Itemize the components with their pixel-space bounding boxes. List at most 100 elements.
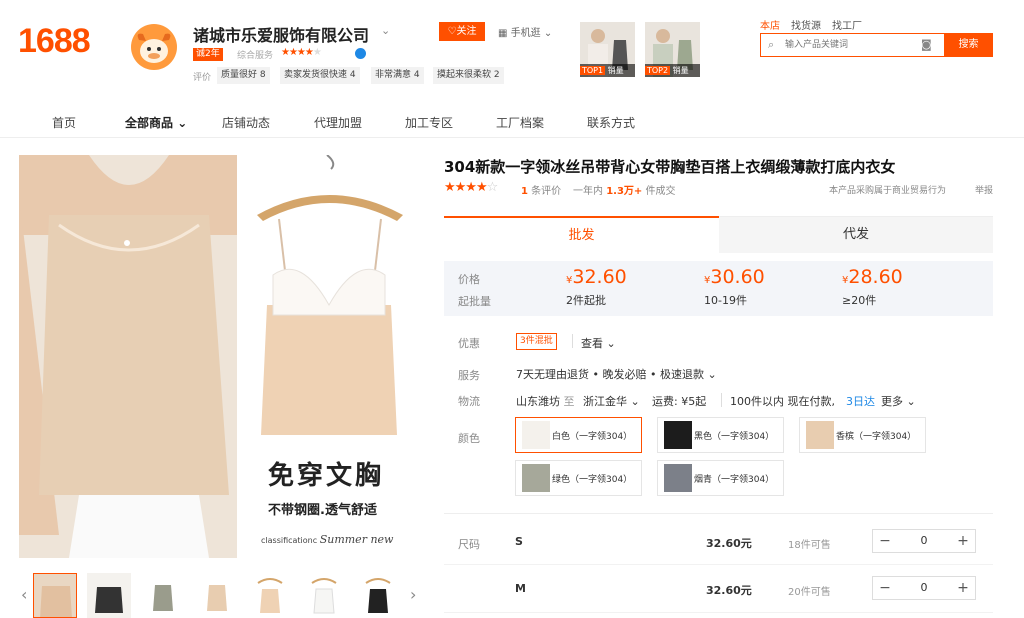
size-stock: 18件可售 xyxy=(788,540,831,551)
row-divider xyxy=(444,564,993,565)
review-tag[interactable]: 摸起来很柔软 2 xyxy=(433,67,504,84)
top-product-card[interactable]: TOP2 销量 xyxy=(645,22,700,77)
camera-icon[interactable]: ◙ xyxy=(921,38,932,51)
promo-label: 优惠 xyxy=(458,337,480,350)
chevron-down-icon[interactable]: ⌄ xyxy=(381,24,390,37)
color-option-champagne[interactable]: 香槟（一字领304） xyxy=(799,417,926,453)
nav-shop-news[interactable]: 店铺动态 xyxy=(222,114,270,131)
color-option-smoke[interactable]: 烟青（一字领304） xyxy=(657,460,784,496)
chevron-down-icon: ⌄ xyxy=(707,368,717,381)
tier-qty: 2件起批 xyxy=(566,294,606,307)
promo-caption: classificationc Summer new xyxy=(261,533,394,546)
qr-icon: ▦ xyxy=(498,28,508,39)
gallery-prev-arrow[interactable]: ‹ xyxy=(21,585,27,604)
annual-sales: 一年内 1.3万+ 件成交 xyxy=(573,186,676,197)
product-detail-image[interactable] xyxy=(237,155,421,558)
size-name: S xyxy=(515,535,523,548)
divider xyxy=(572,334,573,348)
search-input[interactable] xyxy=(785,37,915,53)
nav-divider xyxy=(0,137,1024,138)
size-label: 尺码 xyxy=(458,538,480,551)
shop-avatar[interactable] xyxy=(131,24,177,70)
quantity-stepper[interactable]: − 0 + xyxy=(872,576,976,600)
tier-price: ¥32.60 xyxy=(566,266,627,288)
tier-qty: ≥20件 xyxy=(842,294,877,307)
nav-contact[interactable]: 联系方式 xyxy=(587,114,635,131)
nav-home[interactable]: 首页 xyxy=(52,114,76,131)
gallery-thumbnail[interactable] xyxy=(87,573,131,618)
rating-stars: ★★★★☆ xyxy=(444,180,498,195)
increment-button[interactable]: + xyxy=(951,577,975,599)
service-text[interactable]: 7天无理由退货 • 晚发必赔 • 极速退款 ⌄ xyxy=(516,366,717,382)
promo-subline: 不带钢圈.透气舒适 xyxy=(268,503,377,518)
search-icon: ⌕ xyxy=(768,38,775,51)
nav-agency[interactable]: 代理加盟 xyxy=(314,114,362,131)
promo-headline: 免穿文胸 xyxy=(268,461,385,491)
color-option-green[interactable]: 绿色（一字领304） xyxy=(515,460,642,496)
top-product-card[interactable]: TOP1 销量 xyxy=(580,22,635,77)
size-price: 32.60元 xyxy=(706,537,752,550)
nav-all-products[interactable]: 全部商品 ⌄ xyxy=(125,114,187,131)
more-logistics-link[interactable]: 更多 ⌄ xyxy=(881,393,916,409)
shop-name[interactable]: 诸城市乐爱服饰有限公司 xyxy=(193,22,369,46)
report-link[interactable]: 举报 xyxy=(975,183,993,196)
gallery-next-arrow[interactable]: › xyxy=(410,585,416,604)
nav-factory[interactable]: 工厂档案 xyxy=(496,114,544,131)
mobile-link[interactable]: ▦ 手机逛 ⌄ xyxy=(498,24,552,39)
quantity-stepper[interactable]: − 0 + xyxy=(872,529,976,553)
service-stars: ★★★★★ xyxy=(281,47,322,58)
ship-from: 山东潍坊 至 xyxy=(516,395,575,408)
delivery-condition: 100件以内 现在付款, xyxy=(730,395,835,408)
search-tab-store[interactable]: 本店 xyxy=(760,17,780,32)
gallery-thumbnail[interactable] xyxy=(141,573,185,618)
size-stock: 20件可售 xyxy=(788,587,831,598)
gallery-thumbnail[interactable] xyxy=(356,573,400,618)
gallery-thumbnail[interactable] xyxy=(248,573,292,618)
tier-qty: 10-19件 xyxy=(704,294,747,307)
tier-price: ¥28.60 xyxy=(842,266,903,288)
chevron-down-icon: ⌄ xyxy=(606,337,616,350)
size-price: 32.60元 xyxy=(706,584,752,597)
nav-processing[interactable]: 加工专区 xyxy=(405,114,453,131)
increment-button[interactable]: + xyxy=(951,530,975,552)
quantity-value[interactable]: 0 xyxy=(897,530,951,552)
site-logo[interactable]: 1688 xyxy=(18,22,91,61)
color-option-white[interactable]: 白色（一字领304） xyxy=(515,417,642,453)
service-label: 综合服务 xyxy=(237,51,274,61)
tags-label: 评价 xyxy=(193,73,212,83)
search-tab-factory[interactable]: 找工厂 xyxy=(832,17,862,32)
years-badge: 诚2年 xyxy=(193,48,223,61)
shipping-fee: 运费: ¥5起 xyxy=(652,395,707,408)
quantity-value[interactable]: 0 xyxy=(897,577,951,599)
gallery-thumbnail[interactable] xyxy=(302,573,346,618)
review-tag[interactable]: 质量很好 8 xyxy=(217,67,270,84)
decrement-button[interactable]: − xyxy=(873,577,897,599)
tab-wholesale[interactable]: 批发 xyxy=(444,216,719,253)
row-divider xyxy=(444,612,993,613)
delivery-days: 3日达 xyxy=(846,395,875,408)
decrement-button[interactable]: − xyxy=(873,530,897,552)
promo-tag: 3件混批 xyxy=(516,333,557,350)
search-tab-source[interactable]: 找货源 xyxy=(791,17,821,32)
promo-view-link[interactable]: 查看 ⌄ xyxy=(581,335,616,351)
review-count[interactable]: 1 条评价 xyxy=(521,182,561,197)
chevron-down-icon: ⌄ xyxy=(906,395,916,408)
color-option-black[interactable]: 黑色（一字领304） xyxy=(657,417,784,453)
gallery-thumbnail[interactable] xyxy=(33,573,77,618)
price-label: 价格 xyxy=(458,273,480,286)
min-qty-label: 起批量 xyxy=(458,295,491,308)
verified-icon xyxy=(355,48,366,59)
color-label: 颜色 xyxy=(458,432,480,445)
follow-button[interactable]: ♡关注 xyxy=(439,22,485,41)
tab-dropship[interactable]: 代发 xyxy=(719,216,993,253)
search-button[interactable]: 搜索 xyxy=(944,33,993,57)
size-name: M xyxy=(515,582,526,595)
review-tag[interactable]: 卖家发货很快速 4 xyxy=(280,67,360,84)
main-product-image[interactable] xyxy=(19,155,237,558)
ship-to[interactable]: 浙江金华 ⌄ xyxy=(583,393,640,409)
review-tag[interactable]: 非常满意 4 xyxy=(371,67,424,84)
product-title: 304新款一字领冰丝吊带背心女带胸垫百搭上衣绸缎薄款打底内衣女 xyxy=(444,158,896,176)
chevron-down-icon: ⌄ xyxy=(630,395,640,408)
search-field[interactable]: ⌕ ◙ xyxy=(760,33,944,57)
gallery-thumbnail[interactable] xyxy=(195,573,239,618)
